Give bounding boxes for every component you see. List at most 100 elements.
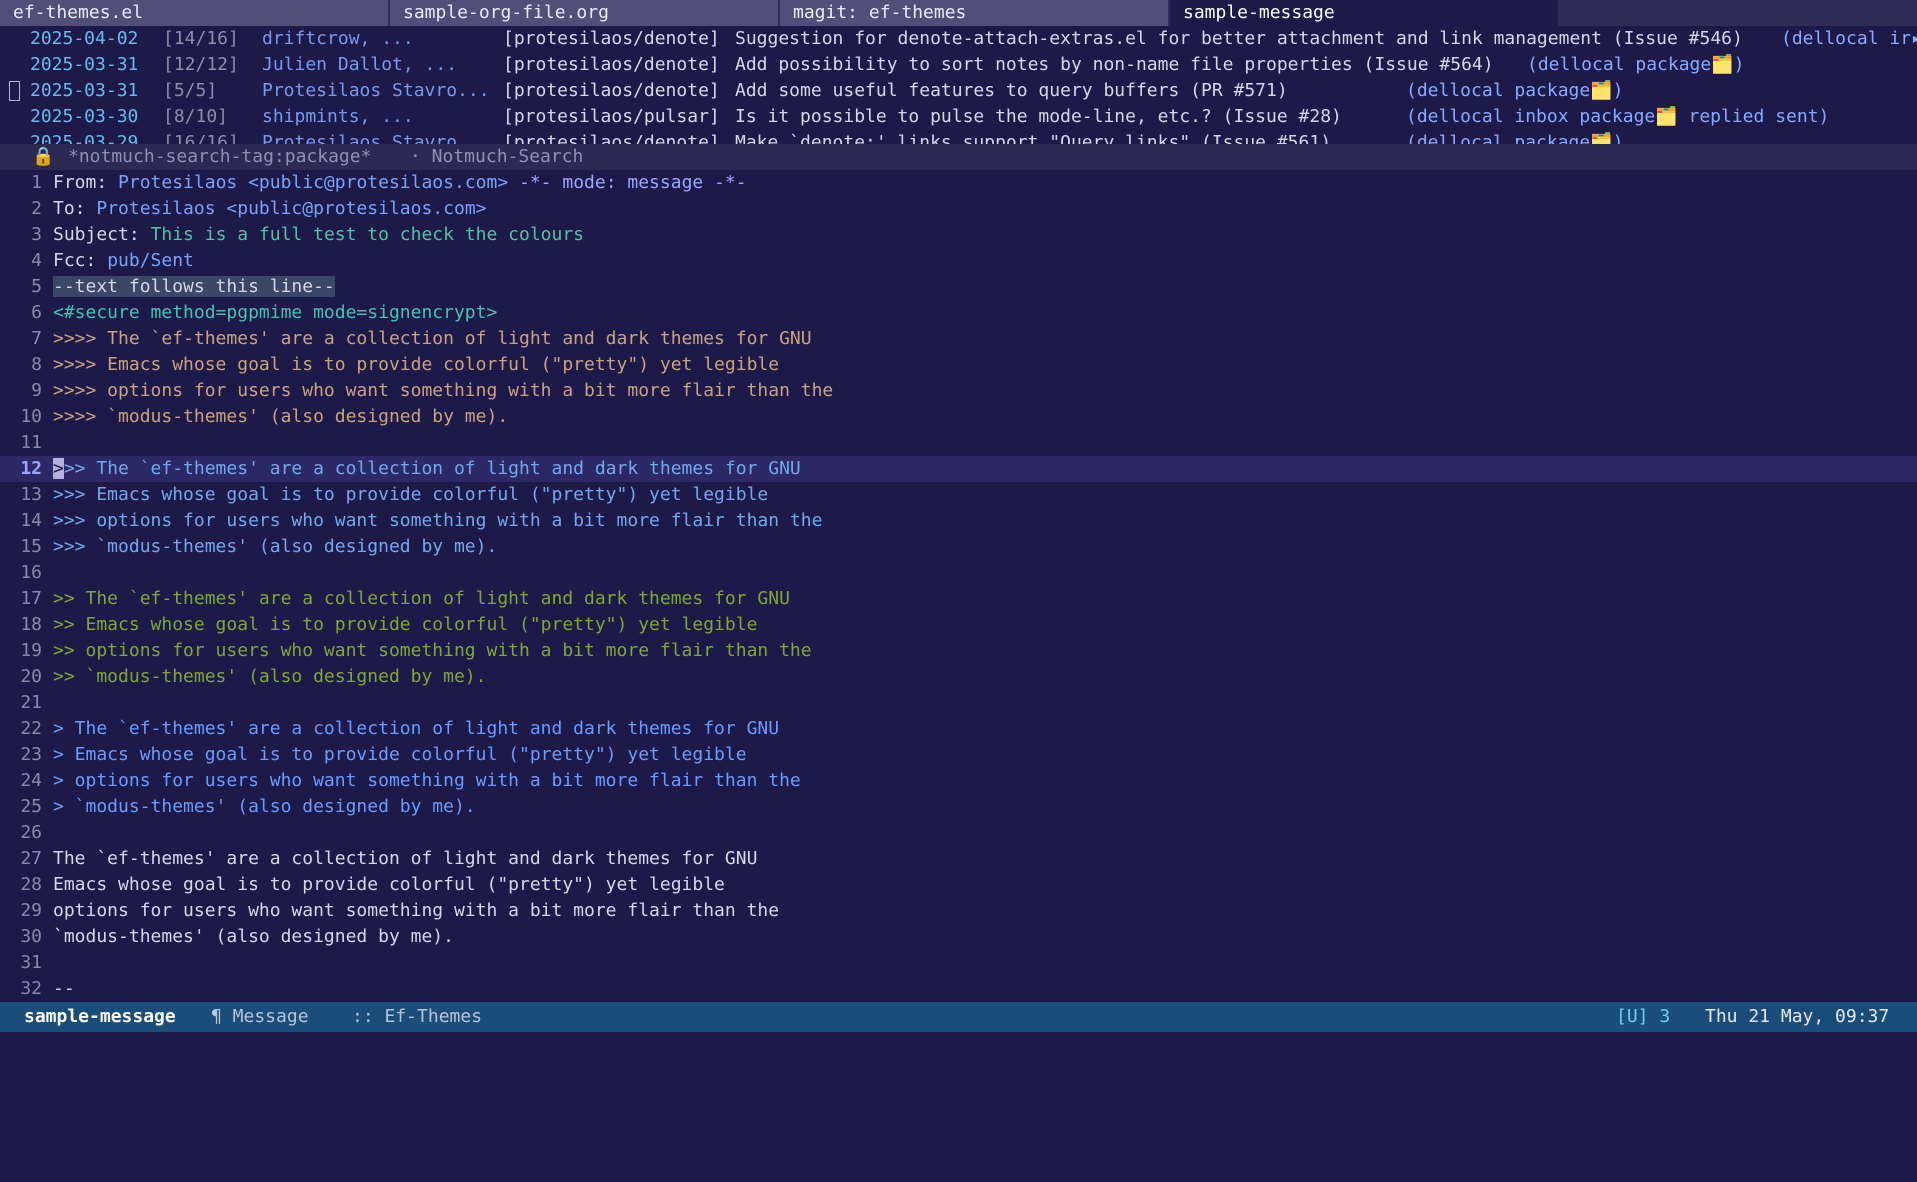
message-line[interactable]: 18 >> Emacs whose goal is to provide colo… [0, 612, 1917, 638]
tab-magit-ef-themes[interactable]: magit: ef-themes [780, 0, 1168, 26]
text-segment: This is a full test to check the colours [150, 224, 585, 245]
line-number: 31 [20, 952, 42, 973]
search-date: 2025-03-31 [30, 80, 139, 101]
text-segment: >> options for users who want something … [53, 640, 812, 661]
message-line[interactable]: 25 > `modus-themes' (also designed by me)… [0, 794, 1917, 820]
tab-ef-themes-el[interactable]: ef-themes.el [0, 0, 388, 26]
message-line[interactable]: 5 --text follows this line-- [0, 274, 1917, 300]
message-line[interactable]: 29 options for users who want something w… [0, 898, 1917, 924]
text-segment: > options for users who want something w… [53, 770, 801, 791]
message-line[interactable]: 13 >>> Emacs whose goal is to provide col… [0, 482, 1917, 508]
line-text: >> The `ef-themes' are a collection of l… [53, 586, 790, 612]
text-segment: >>> `modus-themes' (also designed by me)… [53, 536, 498, 557]
search-row[interactable]: 2025-04-02 [14/16] driftcrow, ... [prote… [0, 26, 1917, 52]
line-text: Emacs whose goal is to provide colorful … [53, 872, 725, 898]
line-number: 1 [31, 172, 42, 193]
line-text: >> `modus-themes' (also designed by me). [53, 664, 486, 690]
message-line[interactable]: 1 From: Protesilaos <public@protesilaos.c… [0, 170, 1917, 196]
message-line[interactable]: 15 >>> `modus-themes' (also designed by m… [0, 534, 1917, 560]
text-segment: To: [53, 198, 97, 219]
lock-icon: 🔒 [32, 146, 55, 167]
search-row[interactable]: 2025-03-29 [16/16] Protesilaos Stavro...… [0, 130, 1917, 144]
search-tags: (dellocal package🗂️) [1406, 132, 1624, 144]
search-tags: (dellocal package🗂️) [1527, 54, 1745, 75]
message-line[interactable]: 17 >> The `ef-themes' are a collection of… [0, 586, 1917, 612]
line-number: 20 [20, 666, 42, 687]
search-count: [16/16] [163, 132, 239, 144]
modeline-theme: :: Ef-Themes [352, 1006, 483, 1027]
line-number: 21 [20, 692, 42, 713]
message-line[interactable]: 32 -- [0, 976, 1917, 994]
line-number: 10 [20, 406, 42, 427]
search-count: [8/10] [163, 106, 229, 127]
line-text: Subject: This is a full test to check th… [53, 222, 584, 248]
line-number: 22 [20, 718, 42, 739]
search-subject: Add some useful features to query buffer… [735, 80, 1288, 101]
line-text: From: Protesilaos <public@protesilaos.co… [53, 170, 747, 196]
line-text: >>>> Emacs whose goal is to provide colo… [53, 352, 779, 378]
message-buffer[interactable]: 1 From: Protesilaos <public@protesilaos.c… [0, 170, 1917, 994]
line-number: 23 [20, 744, 42, 765]
echo-area[interactable] [0, 1032, 1917, 1058]
text-segment: >>> Emacs whose goal is to provide color… [53, 484, 769, 505]
line-number: 18 [20, 614, 42, 635]
tab-sample-message[interactable]: sample-message [1170, 0, 1558, 26]
message-line[interactable]: 16 [0, 560, 1917, 586]
message-line[interactable]: 19 >> options for users who want somethin… [0, 638, 1917, 664]
search-mode-line: 🔒 *notmuch-search-tag:package* · Notmuch… [0, 144, 1917, 170]
search-count: [5/5] [163, 80, 218, 101]
search-count: [14/16] [163, 28, 239, 49]
message-line[interactable]: 23 > Emacs whose goal is to provide color… [0, 742, 1917, 768]
text-segment: >> Emacs whose goal is to provide colorf… [53, 614, 758, 635]
message-line[interactable]: 31 [0, 950, 1917, 976]
line-text: `modus-themes' (also designed by me). [53, 924, 454, 950]
message-line[interactable]: 28 Emacs whose goal is to provide colorfu… [0, 872, 1917, 898]
message-line[interactable]: 7 >>>> The `ef-themes' are a collection o… [0, 326, 1917, 352]
notmuch-search-window[interactable]: 2025-04-02 [14/16] driftcrow, ... [prote… [0, 26, 1917, 144]
message-line[interactable]: 10 >>>> `modus-themes' (also designed by … [0, 404, 1917, 430]
message-line[interactable]: 9 >>>> options for users who want somethi… [0, 378, 1917, 404]
line-text: >>>> options for users who want somethin… [53, 378, 833, 404]
search-repo: [protesilaos/denote] [503, 28, 720, 49]
tab-sample-org-file[interactable]: sample-org-file.org [390, 0, 778, 26]
message-line[interactable]: 22 > The `ef-themes' are a collection of … [0, 716, 1917, 742]
line-text: >>> The `ef-themes' are a collection of … [53, 456, 801, 482]
message-line[interactable]: 8 >>>> Emacs whose goal is to provide col… [0, 352, 1917, 378]
search-subject: Is it possible to pulse the mode-line, e… [735, 106, 1342, 127]
text-segment: > `modus-themes' (also designed by me). [53, 796, 476, 817]
search-repo: [protesilaos/denote] [503, 54, 720, 75]
message-line[interactable]: 27 The `ef-themes' are a collection of li… [0, 846, 1917, 872]
search-mode-name: · Notmuch-Search [410, 146, 584, 167]
search-repo: [protesilaos/denote] [503, 132, 720, 144]
search-subject: Add possibility to sort notes by non-nam… [735, 54, 1494, 75]
line-text: > Emacs whose goal is to provide colorfu… [53, 742, 747, 768]
text-segment: `modus-themes' (also designed by me). [53, 926, 454, 947]
message-line[interactable]: 11 [0, 430, 1917, 456]
message-line[interactable]: 21 [0, 690, 1917, 716]
search-row[interactable]: 2025-03-30 [8/10] shipmints, ... [protes… [0, 104, 1917, 130]
search-row[interactable]: 2025-03-31 [5/5] Protesilaos Stavro... [… [0, 78, 1917, 104]
line-number: 11 [20, 432, 42, 453]
search-row[interactable]: 2025-03-31 [12/12] Julien Dallot, ... [p… [0, 52, 1917, 78]
message-line[interactable]: 14 >>> options for users who want somethi… [0, 508, 1917, 534]
message-line[interactable]: 4 Fcc: pub/Sent [0, 248, 1917, 274]
message-line[interactable]: 24 > options for users who want something… [0, 768, 1917, 794]
search-repo: [protesilaos/denote] [503, 80, 720, 101]
message-line[interactable]: 6 <#secure method=pgpmime mode=signencryp… [0, 300, 1917, 326]
line-number: 32 [20, 978, 42, 994]
message-line[interactable]: 12 >>> The `ef-themes' are a collection o… [0, 456, 1917, 482]
message-line[interactable]: 20 >> `modus-themes' (also designed by me… [0, 664, 1917, 690]
message-line[interactable]: 3 Subject: This is a full test to check t… [0, 222, 1917, 248]
line-text: >>> Emacs whose goal is to provide color… [53, 482, 768, 508]
line-number: 30 [20, 926, 42, 947]
text-segment: > Emacs whose goal is to provide colorfu… [53, 744, 747, 765]
tab-bar-filler [1560, 0, 1917, 26]
message-line[interactable]: 26 [0, 820, 1917, 846]
message-line[interactable]: 2 To: Protesilaos <public@protesilaos.com… [0, 196, 1917, 222]
search-repo: [protesilaos/pulsar] [503, 106, 720, 127]
search-count: [12/12] [163, 54, 239, 75]
line-number: 19 [20, 640, 42, 661]
message-line[interactable]: 30 `modus-themes' (also designed by me). [0, 924, 1917, 950]
text-segment: >> `modus-themes' (also designed by me). [53, 666, 487, 687]
search-date: 2025-03-31 [30, 54, 139, 75]
